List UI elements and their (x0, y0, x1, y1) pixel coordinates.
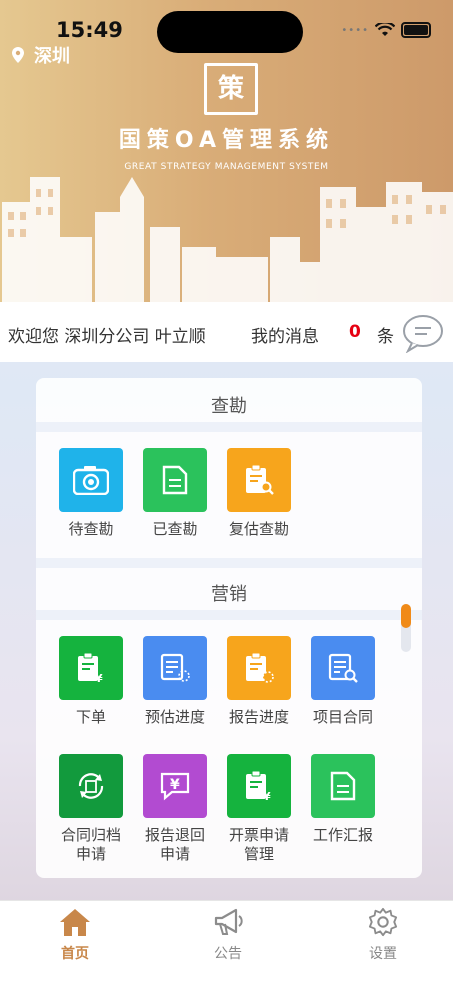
clipboard-yen-icon: ¥ (246, 770, 271, 802)
tile-report-progress[interactable] (227, 636, 291, 700)
list-progress-icon (160, 653, 190, 682)
section-title-survey: 查勘 (211, 396, 247, 417)
yen-chat-icon: ¥ (160, 772, 190, 801)
location-pin-icon (12, 47, 24, 63)
tile-project-contract[interactable] (311, 636, 375, 700)
tile-contract-archive[interactable] (59, 754, 123, 818)
section-divider (36, 422, 422, 432)
svg-text:¥: ¥ (95, 672, 103, 684)
clipboard-progress-icon (246, 652, 274, 683)
tab-settings[interactable]: 设置 (348, 907, 418, 963)
tab-label: 首页 (61, 946, 89, 962)
battery-icon (401, 22, 431, 38)
tile-report-return[interactable]: ¥ (143, 754, 207, 818)
status-icons: •••• (341, 22, 431, 38)
city-skyline-illustration (2, 177, 453, 302)
tile-label-line: 合同归档 (60, 826, 121, 844)
header-banner: 15:49 •••• 深圳 策 国策OA管理系统 GREAT STRATEGY … (0, 0, 453, 302)
section-title-marketing: 营销 (211, 584, 247, 605)
status-time: 15:49 (56, 18, 123, 42)
bottom-tab-bar: 首页 公告 设置 (0, 900, 453, 984)
tab-announcements[interactable]: 公告 (193, 907, 263, 963)
location-selector[interactable]: 深圳 (12, 42, 70, 68)
tile-completed-survey[interactable] (143, 448, 207, 512)
message-count[interactable]: 0 (349, 322, 361, 342)
tile-estimate-progress[interactable] (143, 636, 207, 700)
message-label[interactable]: 我的消息 (251, 322, 319, 347)
tile-invoice-application[interactable]: ¥ (227, 754, 291, 818)
location-city: 深圳 (34, 46, 70, 67)
tile-label[interactable]: 项目合同 (293, 708, 393, 727)
menu-card: 查勘 待查勘 已查勘 复估查勘 营销 ¥ 下单 预估进度 报告进度 项目合同 合… (36, 378, 422, 878)
company-logo: 策 (204, 63, 258, 115)
system-subtitle: GREAT STRATEGY MANAGEMENT SYSTEM (124, 162, 329, 172)
section-divider (36, 558, 422, 568)
welcome-text: 欢迎您 深圳分公司 叶立顺 (8, 327, 206, 347)
wifi-icon (375, 23, 395, 36)
tile-label-line: 申请 (75, 845, 106, 863)
scroll-thumb[interactable] (401, 604, 411, 628)
svg-text:¥: ¥ (263, 790, 271, 802)
logo-glyph: 策 (217, 74, 244, 104)
message-unit: 条 (377, 327, 394, 347)
system-title: 国策OA管理系统 (118, 128, 335, 153)
tile-pending-survey[interactable] (59, 448, 123, 512)
archive-refresh-icon (78, 773, 104, 799)
tile-label-line: 管理 (243, 845, 274, 863)
tab-label: 公告 (214, 946, 242, 962)
tile-place-order[interactable]: ¥ (59, 636, 123, 700)
signal-icon: •••• (341, 24, 369, 36)
clipboard-search-icon (246, 464, 274, 495)
home-icon (60, 909, 90, 936)
tile-label[interactable]: 复估查勘 (209, 520, 309, 539)
document-icon (330, 771, 356, 801)
megaphone-icon (214, 908, 243, 935)
tab-home[interactable]: 首页 (40, 907, 110, 963)
tile-re-estimate-survey[interactable] (227, 448, 291, 512)
tile-work-report[interactable] (311, 754, 375, 818)
camera-icon (73, 466, 109, 495)
list-search-icon (328, 653, 358, 683)
gear-icon (368, 907, 398, 937)
welcome-bar: 欢迎您 深圳分公司 叶立顺 我的消息 0 条 (0, 302, 453, 362)
svg-text:¥: ¥ (170, 777, 180, 793)
tile-label-line: 申请 (159, 845, 190, 863)
tile-label[interactable]: 工作汇报 (293, 826, 393, 845)
document-icon (162, 465, 188, 495)
tile-label-line: 报告退回 (144, 826, 205, 844)
section-divider (36, 610, 422, 620)
message-bubble-icon[interactable] (402, 313, 444, 353)
tab-label: 设置 (369, 946, 397, 962)
tile-label-line: 开票申请 (228, 826, 289, 844)
clipboard-yen-icon: ¥ (78, 652, 103, 684)
device-notch (157, 11, 303, 53)
